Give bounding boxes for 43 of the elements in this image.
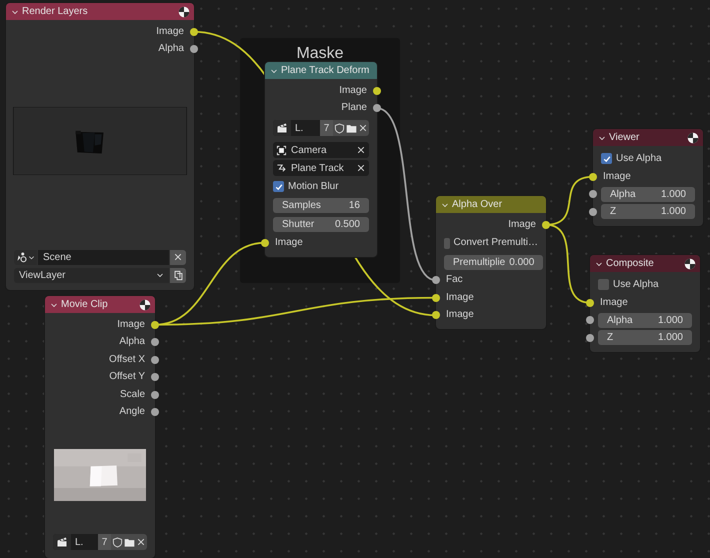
clip-name-field[interactable]: L.	[71, 534, 98, 550]
value-field[interactable]: Shutter 0.500	[273, 217, 369, 232]
value-field[interactable]: Alpha 1.000	[601, 186, 695, 202]
socket-label: Plane	[341, 103, 367, 114]
socket-label: Alpha	[119, 337, 145, 348]
checkbox-label: Motion Blur	[288, 182, 339, 192]
socket-label: Image	[117, 320, 145, 330]
object-field[interactable]: Plane Track	[273, 160, 369, 176]
value-field[interactable]: Samples 16	[273, 198, 369, 213]
socket-label: Image	[600, 298, 628, 308]
socket-label: Image	[603, 172, 631, 182]
clip-name-field[interactable]: L.	[291, 120, 320, 136]
node-title: Plane Track Deform	[281, 64, 370, 78]
value-field[interactable]: Premultiplie 0.000	[444, 254, 544, 270]
value-field[interactable]: Z 1.000	[598, 330, 692, 346]
value-field[interactable]: Z 1.000	[601, 204, 695, 220]
node-title: Viewer	[609, 131, 640, 145]
node-title: Movie Clip	[61, 298, 109, 312]
checkbox-label: Use Alpha	[616, 154, 662, 164]
socket-label: Fac	[446, 275, 463, 286]
socket-label: Image	[508, 220, 536, 230]
socket-label: Offset X	[109, 354, 145, 365]
scene-field[interactable]: Scene	[38, 250, 169, 264]
socket-label: Image	[446, 292, 474, 303]
user-count[interactable]: 7	[98, 534, 111, 550]
node-title: Composite	[606, 257, 655, 271]
value-field[interactable]: Alpha 1.000	[598, 312, 692, 328]
object-field[interactable]: Camera	[273, 142, 369, 158]
user-count[interactable]: 7	[320, 120, 333, 136]
view-layer-dropdown[interactable]: ViewLayer	[14, 268, 169, 282]
node-title: Alpha Over	[452, 198, 504, 212]
socket-label: Alpha	[158, 44, 184, 54]
socket-label: Image	[446, 310, 474, 320]
checkbox-label: Convert Premulti…	[454, 238, 538, 248]
socket-label: Angle	[119, 407, 145, 418]
checkbox-label: Use Alpha	[613, 280, 659, 290]
node-title: Render Layers	[22, 5, 89, 19]
socket-label: Image	[339, 86, 367, 96]
frame-label: Maske	[295, 44, 345, 64]
socket-label: Offset Y	[109, 372, 145, 382]
socket-label: Scale	[120, 390, 145, 400]
socket-label: Image	[275, 238, 303, 248]
socket-label: Image	[156, 26, 184, 37]
